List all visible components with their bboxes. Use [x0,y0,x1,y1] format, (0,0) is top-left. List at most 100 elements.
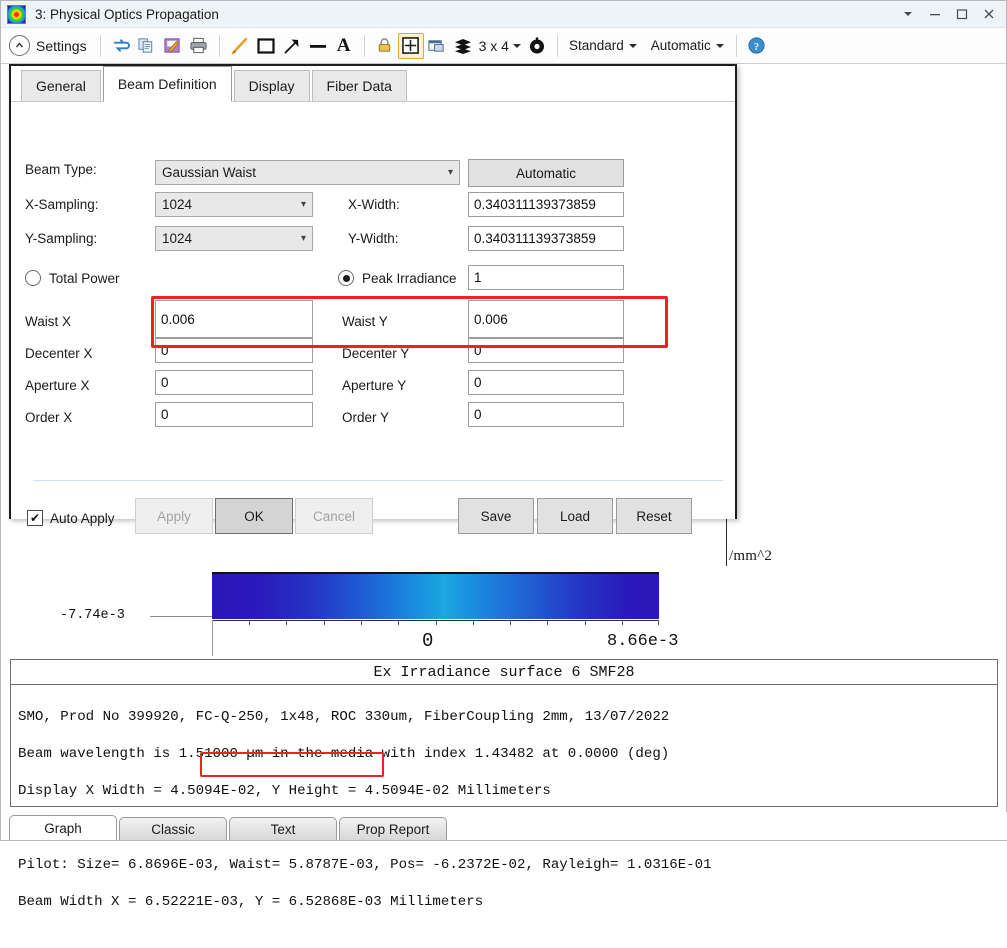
save-button[interactable]: Save [458,498,534,534]
tab-label: Display [249,78,295,94]
x-width-input[interactable]: 0.340311139373859 [468,192,624,217]
help-icon[interactable]: ? [744,33,770,59]
aperture-x-label: Aperture X [25,378,90,393]
report-panel: Ex Irradiance surface 6 SMF28 SMO, Prod … [10,659,998,807]
tab-prop-report[interactable]: Prop Report [339,817,447,840]
x-width-value: 0.340311139373859 [474,197,596,212]
peak-irradiance-value: 1 [474,270,482,285]
dash-tool-icon[interactable] [305,33,331,59]
settings-button[interactable]: Settings [7,35,93,56]
rectangle-tool-icon[interactable] [253,33,279,59]
chevron-down-icon [629,44,637,48]
x-sampling-select[interactable]: 1024 ▾ [155,192,313,217]
fit-window-icon[interactable] [398,33,424,59]
load-button[interactable]: Load [537,498,613,534]
view-tab-bar: Graph Classic Text Prop Report [1,812,1007,840]
beam-type-select[interactable]: Gaussian Waist ▾ [155,160,460,185]
arrow-tool-icon[interactable] [279,33,305,59]
load-button-label: Load [560,509,590,524]
aperture-y-input[interactable]: 0 [468,370,624,395]
checkbox-checked-icon: ✔ [27,510,43,526]
irradiance-heatmap [212,574,659,619]
style-dropdown-label: Standard [569,38,624,53]
tab-fiber-data[interactable]: Fiber Data [312,70,407,101]
tab-label: Text [271,822,296,837]
tab-label: Beam Definition [118,76,217,92]
tab-label: Fiber Data [327,78,392,94]
x-tick-label-mid: 0 [422,630,433,652]
tab-graph[interactable]: Graph [9,815,117,840]
copy-icon[interactable] [134,33,160,59]
refresh-icon[interactable] [108,33,134,59]
maximize-icon[interactable] [948,2,975,26]
window-controls [894,1,1002,27]
tab-classic[interactable]: Classic [119,817,227,840]
apply-button[interactable]: Apply [135,498,213,534]
grid-size-dropdown[interactable]: 3 x 4 [476,38,524,54]
text-tool-icon[interactable]: A [331,33,357,59]
toolbar-divider [219,35,220,57]
peak-irradiance-label: Peak Irradiance [362,271,457,286]
aperture-x-value: 0 [161,375,169,390]
dialog-tab-bar: General Beam Definition Display Fiber Da… [11,66,735,102]
waist-y-label: Waist Y [342,314,388,329]
report-line: Pilot: Size= 6.8696E-03, Waist= 5.8787E-… [18,856,997,875]
y-axis-stub [212,620,213,656]
tab-general[interactable]: General [21,70,101,101]
window-copy-icon[interactable] [424,33,450,59]
total-power-radio[interactable]: Total Power [25,270,120,286]
window-menu-icon[interactable] [894,2,921,26]
auto-apply-checkbox[interactable]: ✔ Auto Apply [27,510,115,526]
main-toolbar: Settings [1,28,1006,64]
ok-button[interactable]: OK [215,498,293,534]
order-x-value: 0 [161,407,169,422]
colorbar-unit-label: /mm^2 [729,548,772,565]
waist-x-input[interactable]: 0.006 [155,300,313,338]
beam-settings-dialog: General Beam Definition Display Fiber Da… [9,64,737,519]
reset-view-icon[interactable] [524,33,550,59]
y-sampling-select[interactable]: 1024 ▾ [155,226,313,251]
minimize-icon[interactable] [921,2,948,26]
tab-display[interactable]: Display [234,70,310,101]
toolbar-divider [364,35,365,57]
x-axis-ticks [212,620,659,626]
auto-apply-label: Auto Apply [50,511,115,526]
mode-dropdown[interactable]: Automatic [651,38,724,53]
line-tool-icon[interactable] [227,33,253,59]
reset-button[interactable]: Reset [616,498,692,534]
cancel-button[interactable]: Cancel [295,498,373,534]
decenter-x-input[interactable]: 0 [155,338,313,363]
aperture-x-input[interactable]: 0 [155,370,313,395]
chevron-down-icon [513,44,521,48]
window-title-bar: 3: Physical Optics Propagation [1,1,1006,28]
beam-type-value: Gaussian Waist [162,165,256,180]
waist-x-value: 0.006 [161,312,195,327]
svg-text:?: ? [754,42,759,53]
order-y-value: 0 [474,407,482,422]
style-dropdown[interactable]: Standard [569,38,637,53]
order-y-input[interactable]: 0 [468,402,624,427]
save-icon[interactable] [160,33,186,59]
close-icon[interactable] [975,2,1002,26]
aperture-y-label: Aperture Y [342,378,406,393]
peak-irradiance-input[interactable]: 1 [468,265,624,290]
tab-label: Graph [44,821,82,836]
print-icon[interactable] [186,33,212,59]
automatic-button[interactable]: Automatic [468,159,624,187]
chevron-down-icon: ▾ [301,199,306,210]
peak-irradiance-radio[interactable]: Peak Irradiance [338,270,457,286]
order-x-input[interactable]: 0 [155,402,313,427]
waist-y-input[interactable]: 0.006 [468,300,624,338]
y-width-input[interactable]: 0.340311139373859 [468,226,624,251]
radio-icon [25,270,41,286]
window-title: 3: Physical Optics Propagation [35,7,219,22]
report-line: Beam Width X = 6.52221E-03, Y = 6.52868E… [18,893,997,912]
tab-text[interactable]: Text [229,817,337,840]
layers-icon[interactable] [450,33,476,59]
waist-x-label: Waist X [25,314,71,329]
lock-icon[interactable] [372,33,398,59]
decenter-x-value: 0 [161,343,169,358]
decenter-y-input[interactable]: 0 [468,338,624,363]
tab-beam-definition[interactable]: Beam Definition [103,66,232,102]
reset-button-label: Reset [636,509,671,524]
